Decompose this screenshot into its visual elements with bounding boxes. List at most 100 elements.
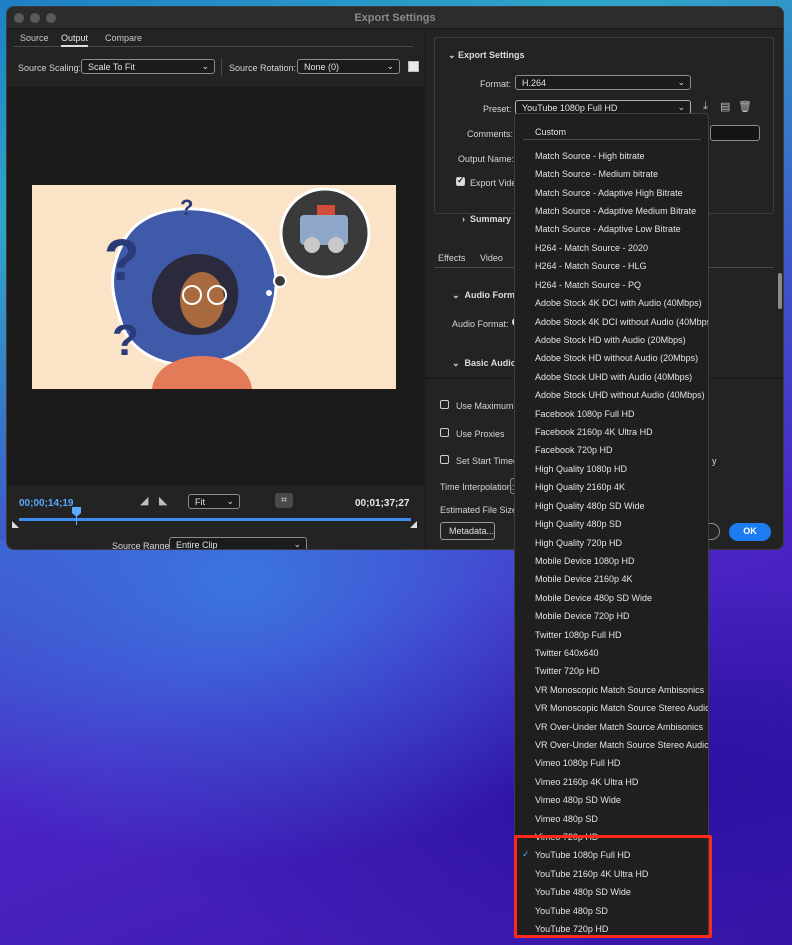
summary-toggle[interactable]: › Summary xyxy=(462,214,511,224)
preset-option[interactable]: Mobile Device 720p HD xyxy=(535,611,630,621)
start-timecode-tail: y xyxy=(712,456,717,466)
trash-icon[interactable]: 🗑 xyxy=(738,100,752,113)
preset-option[interactable]: Match Source - Adaptive Medium Bitrate xyxy=(535,206,696,216)
preset-option[interactable]: Twitter 640x640 xyxy=(535,648,599,658)
preset-value: YouTube 1080p Full HD xyxy=(522,103,618,113)
preset-option[interactable]: Match Source - Adaptive Low Bitrate xyxy=(535,224,681,234)
use-proxies-checkbox[interactable] xyxy=(440,428,449,437)
preset-dropdown-menu: Custom Match Source - High bitrate Match S… xyxy=(514,113,709,937)
preset-option[interactable]: High Quality 2160p 4K xyxy=(535,482,625,492)
svg-text:?: ? xyxy=(180,195,193,220)
preset-option[interactable]: Vimeo 2160p 4K Ultra HD xyxy=(535,777,638,787)
source-range-value: Entire Clip xyxy=(176,540,218,550)
mark-out-icon[interactable]: ◣ xyxy=(159,494,167,507)
chevron-down-icon: ⌄ xyxy=(452,290,465,300)
chevron-down-icon: ⌄ xyxy=(201,61,209,71)
preset-option[interactable]: Custom xyxy=(535,127,566,137)
out-point-marker[interactable] xyxy=(410,521,417,528)
scrollbar-thumb[interactable] xyxy=(778,273,782,309)
crop-toggle-icon[interactable] xyxy=(408,61,419,72)
preset-option[interactable]: High Quality 480p SD xyxy=(535,519,622,529)
preset-option[interactable]: Adobe Stock 4K DCI without Audio (40Mbps… xyxy=(535,317,708,327)
preset-option[interactable]: Adobe Stock UHD with Audio (40Mbps) xyxy=(535,372,692,382)
chevron-down-icon: ⌄ xyxy=(293,539,301,549)
estimated-file-size-label: Estimated File Size: xyxy=(440,505,520,515)
preset-label: Preset: xyxy=(483,104,512,114)
start-timecode-checkbox[interactable] xyxy=(440,455,449,464)
crop-icon[interactable]: ⌗ xyxy=(275,493,293,508)
source-rotation-label: Source Rotation: xyxy=(229,63,297,73)
save-preset-icon[interactable]: ⤓ xyxy=(703,100,708,113)
export-settings-heading[interactable]: ⌄ Export Settings xyxy=(448,50,525,61)
preset-option[interactable]: Facebook 1080p Full HD xyxy=(535,409,635,419)
preset-option[interactable]: VR Over-Under Match Source Stereo Audio xyxy=(535,740,708,750)
preset-option[interactable]: H264 - Match Source - PQ xyxy=(535,280,641,290)
chevron-down-icon: ⌄ xyxy=(452,358,465,368)
comments-input[interactable] xyxy=(710,125,760,141)
preset-option[interactable]: High Quality 480p SD Wide xyxy=(535,501,645,511)
chevron-down-icon: ⌄ xyxy=(677,102,685,112)
tab-source[interactable]: Source xyxy=(20,33,49,43)
preset-option[interactable]: H264 - Match Source - 2020 xyxy=(535,243,648,253)
max-render-label: Use Maximum R xyxy=(456,401,523,411)
svg-text:?: ? xyxy=(112,316,139,365)
export-video-label: Export Vide xyxy=(470,178,517,188)
preset-option[interactable]: Vimeo 480p SD Wide xyxy=(535,795,621,805)
preset-option[interactable]: Match Source - High bitrate xyxy=(535,151,645,161)
mark-in-icon[interactable]: ◢ xyxy=(140,494,148,507)
export-video-checkbox[interactable] xyxy=(456,175,465,186)
chevron-down-icon: ⌄ xyxy=(448,50,459,60)
timeline-scrubber[interactable] xyxy=(19,518,411,521)
max-render-checkbox[interactable] xyxy=(440,400,449,409)
chevron-down-icon: ⌄ xyxy=(226,496,234,506)
source-rotation-select[interactable]: None (0) ⌄ xyxy=(297,59,400,74)
preset-option[interactable]: Facebook 2160p 4K Ultra HD xyxy=(535,427,653,437)
ok-button[interactable]: OK xyxy=(729,523,771,541)
preset-option[interactable]: VR Monoscopic Match Source Ambisonics xyxy=(535,685,704,695)
current-timecode[interactable]: 00;00;14;19 xyxy=(19,498,73,509)
divider xyxy=(221,58,222,76)
preset-option[interactable]: VR Over-Under Match Source Ambisonics xyxy=(535,722,703,732)
source-range-select[interactable]: Entire Clip ⌄ xyxy=(169,537,307,550)
preset-option[interactable]: Adobe Stock 4K DCI with Audio (40Mbps) xyxy=(535,298,702,308)
preview-image: ? ? ? xyxy=(32,185,396,389)
preset-option[interactable]: Twitter 720p HD xyxy=(535,666,600,676)
source-scaling-select[interactable]: Scale To Fit ⌄ xyxy=(81,59,215,74)
tab-video[interactable]: Video xyxy=(480,253,503,263)
chevron-down-icon: ⌄ xyxy=(677,77,685,87)
preset-option[interactable]: High Quality 720p HD xyxy=(535,538,622,548)
preset-option[interactable]: Match Source - Medium bitrate xyxy=(535,169,658,179)
preset-option[interactable]: H264 - Match Source - HLG xyxy=(535,261,647,271)
preset-option[interactable]: Vimeo 1080p Full HD xyxy=(535,758,620,768)
audio-format-section[interactable]: ⌄ Audio Format xyxy=(452,290,523,301)
preset-option[interactable]: Match Source - Adaptive High Bitrate xyxy=(535,188,683,198)
preset-option[interactable]: Vimeo 480p SD xyxy=(535,814,598,824)
preset-option[interactable]: Adobe Stock HD without Audio (20Mbps) xyxy=(535,353,698,363)
format-label: Format: xyxy=(480,79,512,89)
source-scaling-value: Scale To Fit xyxy=(88,62,135,72)
preset-option[interactable]: Adobe Stock HD with Audio (20Mbps) xyxy=(535,335,686,345)
preset-option[interactable]: Mobile Device 2160p 4K xyxy=(535,574,633,584)
preset-option[interactable]: Mobile Device 480p SD Wide xyxy=(535,593,652,603)
format-select[interactable]: H.264 ⌄ xyxy=(515,75,691,90)
end-timecode: 00;01;37;27 xyxy=(355,498,410,509)
tab-effects[interactable]: Effects xyxy=(438,253,465,263)
tab-output[interactable]: Output xyxy=(61,33,89,47)
tab-compare[interactable]: Compare xyxy=(105,33,142,43)
preset-option[interactable]: Facebook 720p HD xyxy=(535,445,613,455)
preset-option[interactable]: VR Monoscopic Match Source Stereo Audio xyxy=(535,703,708,713)
preset-option[interactable]: Twitter 1080p Full HD xyxy=(535,630,622,640)
zoom-select[interactable]: Fit ⌄ xyxy=(188,494,240,509)
preset-option[interactable]: High Quality 1080p HD xyxy=(535,464,627,474)
import-preset-icon[interactable]: ▤ xyxy=(720,100,730,113)
output-name-label: Output Name: xyxy=(458,154,515,164)
in-point-marker[interactable] xyxy=(12,521,19,528)
svg-text:?: ? xyxy=(104,228,139,293)
source-rotation-value: None (0) xyxy=(304,62,340,72)
preset-option[interactable]: Mobile Device 1080p HD xyxy=(535,556,635,566)
export-settings-title: Export Settings xyxy=(458,50,525,60)
zoom-value: Fit xyxy=(195,497,205,507)
preset-option[interactable]: Adobe Stock UHD without Audio (40Mbps) xyxy=(535,390,705,400)
metadata-button[interactable]: Metadata... xyxy=(440,522,495,540)
use-proxies-label: Use Proxies xyxy=(456,429,505,439)
